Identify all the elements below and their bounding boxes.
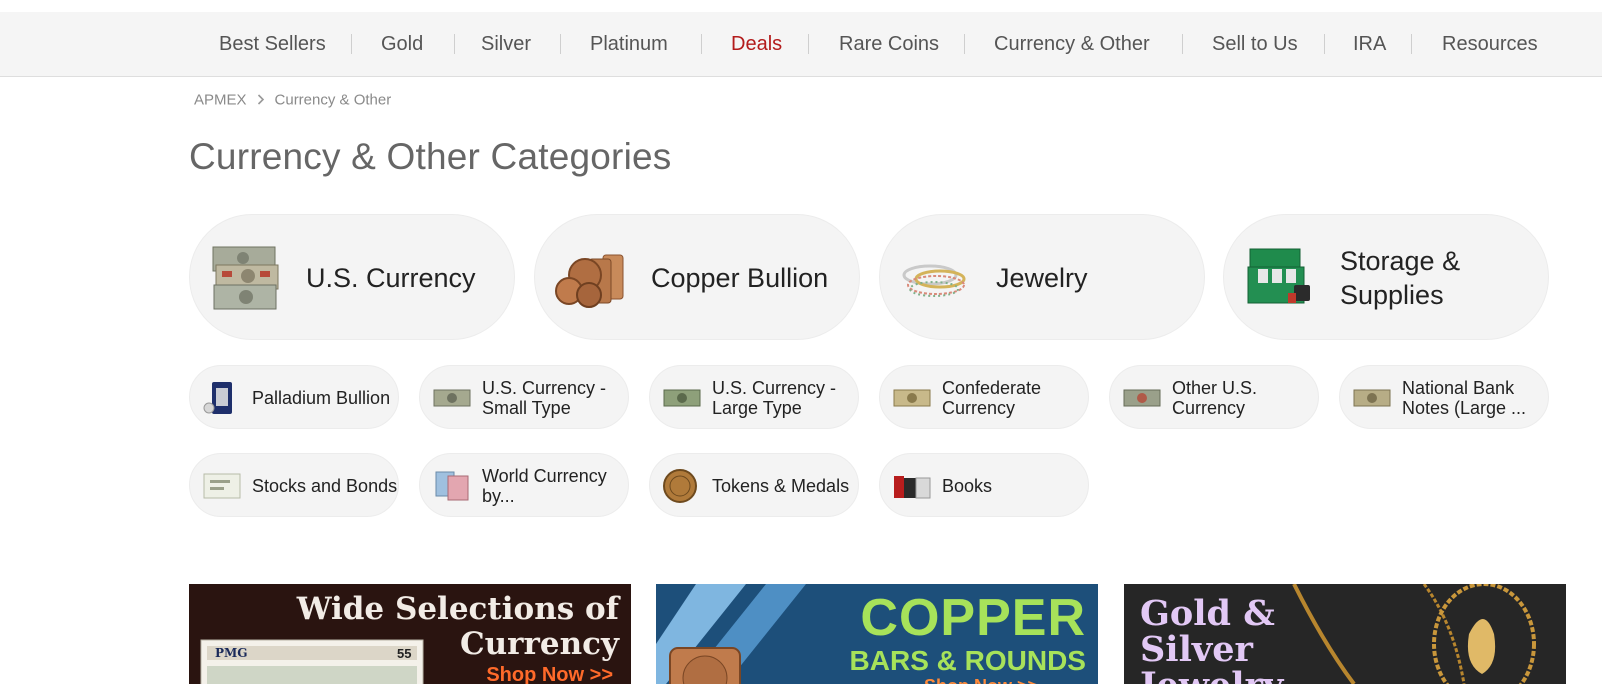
storage-box-icon xyxy=(1244,245,1316,311)
nav-currency-other[interactable]: Currency & Other xyxy=(994,12,1150,76)
note-brand: PMG xyxy=(215,646,248,660)
subcategory-books[interactable]: Books xyxy=(879,453,1089,517)
category-card-storage-supplies[interactable]: Storage & Supplies xyxy=(1223,214,1549,340)
subcategory-label: National Bank Notes (Large ... xyxy=(1402,378,1527,418)
certificate-icon xyxy=(202,468,242,504)
palladium-bar-icon xyxy=(202,380,242,416)
subcategory-palladium-bullion[interactable]: Palladium Bullion xyxy=(189,365,399,429)
banknote-icon xyxy=(1352,380,1392,416)
category-card-copper-bullion[interactable]: Copper Bullion xyxy=(534,214,860,340)
subcategory-label: U.S. Currency - Large Type xyxy=(712,378,837,418)
breadcrumb-home-link[interactable]: APMEX xyxy=(194,92,247,109)
subcategory-label: Confederate Currency xyxy=(942,378,1042,418)
nav-divider xyxy=(1324,34,1325,54)
subcategory-confederate-currency[interactable]: Confederate Currency xyxy=(879,365,1089,429)
nav-divider xyxy=(1182,34,1183,54)
nav-sell-to-us[interactable]: Sell to Us xyxy=(1212,12,1298,76)
category-card-jewelry[interactable]: Jewelry xyxy=(879,214,1205,340)
breadcrumb-current: Currency & Other xyxy=(274,91,392,109)
subcategory-label: Tokens & Medals xyxy=(712,476,850,496)
nav-divider xyxy=(560,34,561,54)
nav-gold[interactable]: Gold xyxy=(381,12,423,76)
subcategory-other-us-currency[interactable]: Other U.S. Currency xyxy=(1109,365,1319,429)
chevron-right-icon xyxy=(257,92,265,109)
promo-banner-currency[interactable]: PMG 55 Wide Selections of Currency Shop … xyxy=(189,584,631,684)
category-card-label: Storage & Supplies xyxy=(1340,246,1461,310)
nav-divider xyxy=(1411,34,1412,54)
category-card-us-currency[interactable]: U.S. Currency xyxy=(189,214,515,340)
books-icon xyxy=(892,468,932,504)
nav-best-sellers[interactable]: Best Sellers xyxy=(219,12,326,76)
subcategory-label: U.S. Currency - Small Type xyxy=(482,378,607,418)
bracelets-icon xyxy=(900,245,972,311)
nav-divider xyxy=(351,34,352,54)
subcategory-label: Books xyxy=(942,476,993,496)
nav-divider xyxy=(701,34,702,54)
banknote-icon xyxy=(662,380,702,416)
subcategory-tokens-medals[interactable]: Tokens & Medals xyxy=(649,453,859,517)
banknote-icon xyxy=(892,380,932,416)
world-notes-icon xyxy=(432,468,472,504)
banner-subheadline: BARS & ROUNDS xyxy=(849,645,1086,676)
banknote-icon xyxy=(432,380,472,416)
subcategory-us-currency-small-type[interactable]: U.S. Currency - Small Type xyxy=(419,365,629,429)
subcategory-label: World Currency by... xyxy=(482,466,607,506)
shop-now-link[interactable]: Shop Now >> xyxy=(924,676,1038,684)
nav-ira[interactable]: IRA xyxy=(1353,12,1386,76)
nav-resources[interactable]: Resources xyxy=(1442,12,1538,76)
main-nav: Best Sellers Gold Silver Platinum Deals … xyxy=(0,12,1602,77)
subcategory-us-currency-large-type[interactable]: U.S. Currency - Large Type xyxy=(649,365,859,429)
promo-banner-jewelry[interactable]: Gold & Silver Jewelry xyxy=(1124,584,1566,684)
nav-platinum[interactable]: Platinum xyxy=(590,12,668,76)
breadcrumb: APMEX Currency & Other xyxy=(194,91,391,109)
nav-divider xyxy=(964,34,965,54)
shop-now-link[interactable]: Shop Now >> xyxy=(486,664,613,684)
subcategory-national-bank-notes[interactable]: National Bank Notes (Large ... xyxy=(1339,365,1549,429)
category-card-label: Copper Bullion xyxy=(651,263,829,293)
nav-deals[interactable]: Deals xyxy=(731,12,782,76)
banknotes-icon xyxy=(210,245,282,311)
page-title: Currency & Other Categories xyxy=(189,136,672,177)
category-card-label: Jewelry xyxy=(996,263,1088,293)
nav-divider xyxy=(454,34,455,54)
medal-icon xyxy=(662,468,702,504)
nav-rare-coins[interactable]: Rare Coins xyxy=(839,12,939,76)
nav-divider xyxy=(808,34,809,54)
subcategory-label: Stocks and Bonds xyxy=(252,476,398,496)
subcategory-label: Palladium Bullion xyxy=(252,388,391,408)
banner-headline: Wide Selections of Currency xyxy=(296,591,619,662)
banner-headline: Gold & Silver Jewelry xyxy=(1140,593,1283,684)
subcategory-label: Other U.S. Currency xyxy=(1172,378,1258,418)
banner-headline: COPPER xyxy=(860,589,1086,647)
subcategory-stocks-and-bonds[interactable]: Stocks and Bonds xyxy=(189,453,399,517)
subcategory-world-currency[interactable]: World Currency by... xyxy=(419,453,629,517)
promo-banner-copper[interactable]: COPPER BARS & ROUNDS Shop Now >> xyxy=(656,584,1098,684)
banknote-icon xyxy=(1122,380,1162,416)
category-card-label: U.S. Currency xyxy=(306,263,476,293)
copper-bars-icon xyxy=(555,245,627,311)
nav-silver[interactable]: Silver xyxy=(481,12,531,76)
